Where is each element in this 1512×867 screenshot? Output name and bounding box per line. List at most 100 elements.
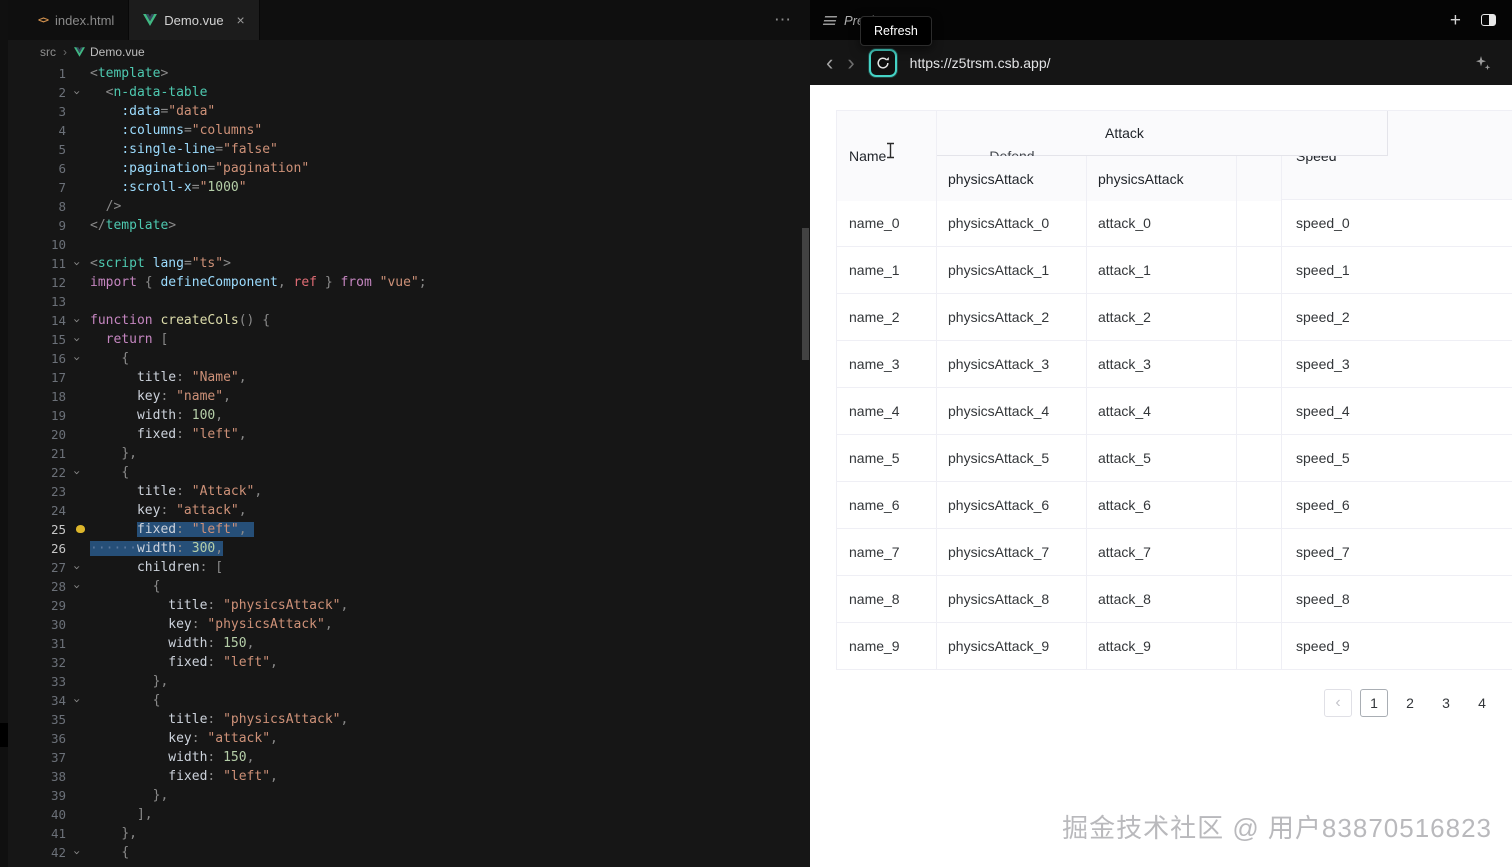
back-icon[interactable]: ‹ xyxy=(826,51,833,74)
table-cell: name_9 xyxy=(837,623,937,669)
line-number: 29 xyxy=(50,598,66,613)
pagination-page[interactable]: 4 xyxy=(1468,689,1496,717)
code-line[interactable]: 10 xyxy=(0,235,810,254)
column-header-physics-attack-2: physicsAttack xyxy=(1087,156,1237,201)
code-line[interactable]: 5 :single-line="false" xyxy=(0,140,810,159)
code-line[interactable]: 14 › function createCols() { xyxy=(0,311,810,330)
code-line[interactable]: 16 › { xyxy=(0,349,810,368)
code-line[interactable]: 36 key: "attack", xyxy=(0,729,810,748)
code-line[interactable]: 3 :data="data" xyxy=(0,102,810,121)
code-line[interactable]: 15 › return [ xyxy=(0,330,810,349)
forward-icon[interactable]: › xyxy=(847,51,854,74)
code-line[interactable]: 11 › <script lang="ts"> xyxy=(0,254,810,273)
vue-logo-icon xyxy=(74,47,85,57)
code-line[interactable]: 29 title: "physicsAttack", xyxy=(0,596,810,615)
table-cell: speed_4 xyxy=(1296,403,1350,419)
breadcrumb-root[interactable]: src xyxy=(40,45,56,59)
code-line[interactable]: 28 › { xyxy=(0,577,810,596)
code-line[interactable]: 31 width: 150, xyxy=(0,634,810,653)
code-line[interactable]: 24 key: "attack", xyxy=(0,501,810,520)
table-cell: name_0 xyxy=(837,200,937,246)
fold-chevron-icon[interactable]: › xyxy=(67,260,86,267)
close-icon[interactable]: × xyxy=(237,13,245,27)
code-line[interactable]: 13 xyxy=(0,292,810,311)
code-line[interactable]: 4 :columns="columns" xyxy=(0,121,810,140)
fold-chevron-icon[interactable]: › xyxy=(67,355,86,362)
url-field[interactable]: https://z5trsm.csb.app/ xyxy=(910,55,1051,71)
add-tab-icon[interactable]: + xyxy=(1450,11,1461,30)
pagination-page[interactable]: 3 xyxy=(1432,689,1460,717)
fold-chevron-icon[interactable]: › xyxy=(67,317,86,324)
tab-demo-vue[interactable]: Demo.vue × xyxy=(129,0,260,40)
breadcrumb[interactable]: src › Demo.vue xyxy=(0,40,810,64)
prev-page-button[interactable]: ‹ xyxy=(1324,689,1352,717)
line-number: 19 xyxy=(50,408,66,423)
code-line[interactable]: 27 › children: [ xyxy=(0,558,810,577)
refresh-button[interactable] xyxy=(868,48,897,77)
code-line[interactable]: 41 }, xyxy=(0,824,810,843)
line-number: 18 xyxy=(50,389,66,404)
pagination-page[interactable]: 1 xyxy=(1360,689,1388,717)
code-line[interactable]: 40 ], xyxy=(0,805,810,824)
code-line[interactable]: 38 fixed: "left", xyxy=(0,767,810,786)
code-line[interactable]: 35 title: "physicsAttack", xyxy=(0,710,810,729)
code-line[interactable]: 17 title: "Name", xyxy=(0,368,810,387)
browser-preview-pane: Preview + Refresh ‹ › https://z5trsm.csb… xyxy=(810,0,1512,867)
code-lines[interactable]: 1 <template> 2 › <n-data-table 3 :data="data… xyxy=(0,64,810,867)
code-line[interactable]: 1 <template> xyxy=(0,64,810,83)
pagination-pages: 1234 xyxy=(1360,689,1496,717)
line-number: 3 xyxy=(58,104,66,119)
breadcrumb-file[interactable]: Demo.vue xyxy=(74,45,145,59)
table-cell xyxy=(1237,388,1282,434)
table-row: name_6 physicsAttack_6 attack_6 speed_6 xyxy=(837,482,1512,529)
fold-chevron-icon[interactable]: › xyxy=(67,564,86,571)
line-number: 28 xyxy=(50,579,66,594)
fold-chevron-icon[interactable]: › xyxy=(67,697,86,704)
line-number: 34 xyxy=(50,693,66,708)
code-line[interactable]: 33 }, xyxy=(0,672,810,691)
more-actions-icon[interactable]: ⋯ xyxy=(774,10,792,30)
breadcrumb-file-label: Demo.vue xyxy=(90,45,145,59)
table-cell: speed_6 xyxy=(1296,497,1350,513)
code-line[interactable]: 26 ······width: 300, xyxy=(0,539,810,558)
code-line[interactable]: 9 </template> xyxy=(0,216,810,235)
fold-chevron-icon[interactable]: › xyxy=(67,336,86,343)
table-cell: physicsAttack_2 xyxy=(937,294,1087,340)
tab-index-html[interactable]: <> index.html xyxy=(24,0,130,40)
code-line[interactable]: 39 }, xyxy=(0,786,810,805)
fold-chevron-icon[interactable]: › xyxy=(67,89,86,96)
code-line[interactable]: 12 import { defineComponent, ref } from "… xyxy=(0,273,810,292)
code-line[interactable]: 25 fixed: "left", xyxy=(0,520,810,539)
table-header: Speed Attack Defend physicsAttack physic… xyxy=(836,110,1512,201)
code-line[interactable]: 2 › <n-data-table xyxy=(0,83,810,102)
code-line[interactable]: 34 › { xyxy=(0,691,810,710)
code-line[interactable]: 19 width: 100, xyxy=(0,406,810,425)
table-cell: speed_2 xyxy=(1296,309,1350,325)
fold-chevron-icon[interactable]: › xyxy=(67,469,86,476)
code-line[interactable]: 32 fixed: "left", xyxy=(0,653,810,672)
line-number: 7 xyxy=(58,180,66,195)
code-line[interactable]: 22 › { xyxy=(0,463,810,482)
fold-chevron-icon[interactable]: › xyxy=(67,849,86,856)
code-line[interactable]: 20 fixed: "left", xyxy=(0,425,810,444)
code-line[interactable]: 7 :scroll-x="1000" xyxy=(0,178,810,197)
editor-scrollbar[interactable] xyxy=(802,228,809,360)
line-number: 12 xyxy=(50,275,66,290)
code-line[interactable]: 23 title: "Attack", xyxy=(0,482,810,501)
code-line[interactable]: 30 key: "physicsAttack", xyxy=(0,615,810,634)
code-line[interactable]: 37 width: 150, xyxy=(0,748,810,767)
sparkles-icon[interactable] xyxy=(1474,54,1492,72)
code-line[interactable]: 21 }, xyxy=(0,444,810,463)
line-number: 33 xyxy=(50,674,66,689)
line-number: 6 xyxy=(58,161,66,176)
lightbulb-icon[interactable] xyxy=(76,525,85,533)
code-line[interactable]: 42 › { xyxy=(0,843,810,862)
pagination-page[interactable]: 2 xyxy=(1396,689,1424,717)
split-view-icon[interactable] xyxy=(1481,14,1496,26)
code-line[interactable]: 6 :pagination="pagination" xyxy=(0,159,810,178)
code-line[interactable]: 8 /> xyxy=(0,197,810,216)
table-cell: attack_6 xyxy=(1087,482,1237,528)
fold-chevron-icon[interactable]: › xyxy=(67,583,86,590)
table-cell xyxy=(1237,435,1282,481)
code-line[interactable]: 18 key: "name", xyxy=(0,387,810,406)
